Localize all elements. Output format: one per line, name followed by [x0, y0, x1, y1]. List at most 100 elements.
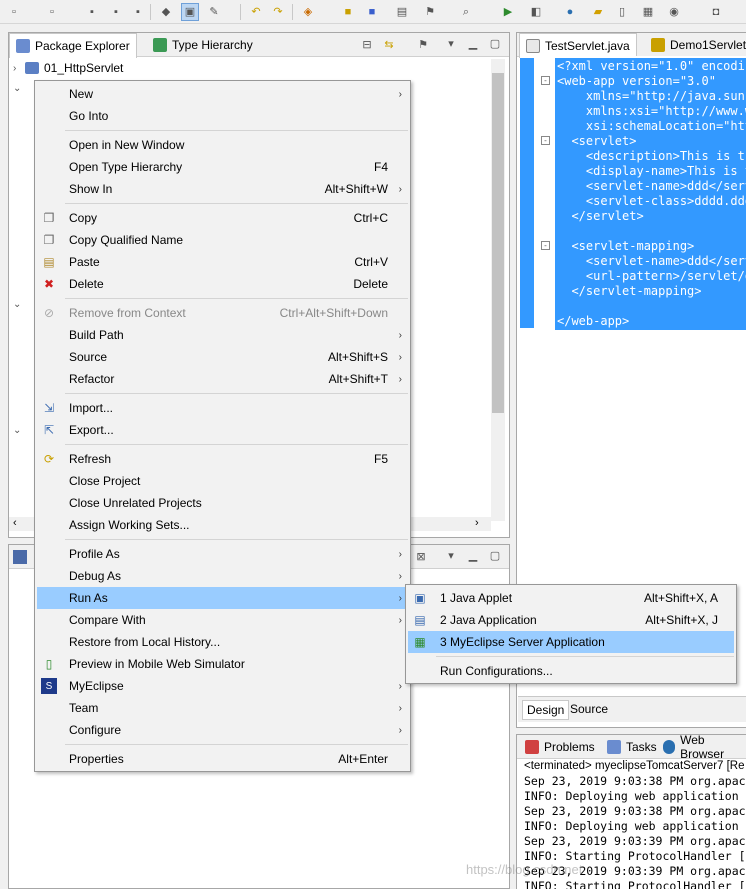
menu-item-myeclipse[interactable]: S MyEclipse › — [37, 675, 408, 697]
menu-item-copy[interactable]: ❐ Copy Ctrl+C — [37, 207, 408, 229]
tree-item-project[interactable]: › 01_HttpServlet — [13, 59, 123, 77]
minimize-icon[interactable]: ▁ — [465, 548, 481, 564]
tab-design[interactable]: Design — [522, 700, 570, 720]
search-icon[interactable]: ⌕ — [458, 4, 474, 20]
folder-icon[interactable]: ▰ — [590, 4, 606, 20]
tab-package-explorer[interactable]: Package Explorer — [9, 33, 137, 58]
scroll-left-icon[interactable]: ‹ — [13, 517, 17, 529]
link-editor-icon[interactable]: ⇆ — [381, 37, 397, 53]
chevron-right-icon[interactable]: › — [13, 63, 25, 74]
menu-item-import[interactable]: ⇲ Import... — [37, 397, 408, 419]
hammer-icon[interactable]: ✎ — [206, 4, 222, 20]
tab-testservlet[interactable]: TestServlet.java — [519, 33, 637, 58]
menu-item-new[interactable]: New › — [37, 83, 408, 105]
menu-item-refresh[interactable]: ⟳ Refresh F5 — [37, 448, 408, 470]
web-icon[interactable]: ◧ — [528, 4, 544, 20]
menu-item-assign-working-sets[interactable]: Assign Working Sets... — [37, 514, 408, 536]
maximize-icon[interactable]: ▢ — [487, 548, 503, 564]
tree-item-expanded-3[interactable]: ⌄ — [13, 421, 25, 439]
menu-item-java-applet[interactable]: ▣ 1 Java Applet Alt+Shift+X, A — [408, 587, 734, 609]
menu-item-build-path[interactable]: Build Path › — [37, 324, 408, 346]
globe-icon[interactable]: ● — [562, 4, 578, 20]
menu-item-configure[interactable]: Configure › — [37, 719, 408, 741]
view-menu-icon[interactable]: ⚑ — [415, 37, 431, 53]
tab-tasks[interactable]: Tasks — [601, 735, 663, 759]
camera-icon[interactable]: ◘ — [708, 4, 724, 20]
run-icon[interactable]: ▶ — [500, 4, 516, 20]
menu-item-close-unrelated-projects[interactable]: Close Unrelated Projects — [37, 492, 408, 514]
back-icon[interactable]: ↶ — [248, 4, 264, 20]
tab-web-browser[interactable]: Web Browser — [657, 733, 746, 761]
save-icon[interactable]: ▪ — [84, 4, 100, 20]
menu-item-open-new-window[interactable]: Open in New Window — [37, 134, 408, 156]
menu-item-restore-local-history[interactable]: Restore from Local History... — [37, 631, 408, 653]
tab-type-hierarchy[interactable]: Type Hierarchy — [147, 33, 259, 57]
chevron-down-icon[interactable]: ▾ — [443, 36, 459, 52]
menu-item-source[interactable]: Source Alt+Shift+S › — [37, 346, 408, 368]
page-icon[interactable]: ▯ — [614, 4, 630, 20]
tree-item-expanded-2[interactable]: ⌄ — [13, 295, 25, 313]
open-type-icon[interactable]: ⚑ — [422, 4, 438, 20]
menu-item-run-configurations[interactable]: Run Configurations... — [408, 660, 734, 682]
new-wizard-icon[interactable]: ▫ — [44, 4, 60, 20]
chevron-down-icon[interactable]: ⌄ — [13, 299, 25, 310]
menu-item-properties[interactable]: Properties Alt+Enter — [37, 748, 408, 770]
tab-source[interactable]: Source — [566, 700, 612, 720]
new-java-icon[interactable]: ◈ — [300, 4, 316, 20]
new-icon[interactable]: ▫ — [6, 4, 22, 20]
menu-item-java-application[interactable]: ▤ 2 Java Application Alt+Shift+X, J — [408, 609, 734, 631]
menu-item-delete[interactable]: ✖ Delete Delete — [37, 273, 408, 295]
chevron-right-icon: › — [398, 548, 402, 560]
menu-item-go-into[interactable]: Go Into — [37, 105, 408, 127]
menu-item-paste[interactable]: ▤ Paste Ctrl+V — [37, 251, 408, 273]
class-icon[interactable]: ■ — [364, 4, 380, 20]
print-icon[interactable]: ▪ — [130, 4, 146, 20]
scrollbar-thumb[interactable] — [492, 73, 504, 413]
jsp-icon[interactable]: ▦ — [640, 4, 656, 20]
chevron-down-icon[interactable]: ⌄ — [13, 425, 25, 436]
menu-item-copy-qualified-name[interactable]: ❐ Copy Qualified Name — [37, 229, 408, 251]
menu-item-refactor[interactable]: Refactor Alt+Shift+T › — [37, 368, 408, 390]
fold-toggle-icon[interactable]: - — [541, 136, 550, 145]
menu-item-show-in[interactable]: Show In Alt+Shift+W › — [37, 178, 408, 200]
chevron-right-icon: › — [398, 680, 402, 692]
menu-item-debug-as[interactable]: Debug As › — [37, 565, 408, 587]
vertical-scrollbar[interactable] — [491, 59, 505, 521]
menu-label: Run Configurations... — [440, 664, 553, 678]
menu-item-run-as[interactable]: Run As › — [37, 587, 408, 609]
menu-item-profile-as[interactable]: Profile As › — [37, 543, 408, 565]
globe-dropdown-icon[interactable]: ◉ — [666, 4, 682, 20]
minimize-icon[interactable]: ▁ — [465, 36, 481, 52]
save-all-icon[interactable]: ▪ — [108, 4, 124, 20]
menu-label: Profile As — [69, 547, 120, 561]
server-icon[interactable]: ▤ — [394, 4, 410, 20]
menu-item-compare-with[interactable]: Compare With › — [37, 609, 408, 631]
chevron-down-icon[interactable]: ⌄ — [13, 83, 25, 94]
menu-item-preview-mobile[interactable]: ▯ Preview in Mobile Web Simulator — [37, 653, 408, 675]
console-line: Sep 23, 2019 9:03:38 PM org.apac — [524, 804, 746, 818]
package-icon[interactable]: ■ — [340, 4, 356, 20]
maximize-icon[interactable]: ▢ — [487, 36, 503, 52]
menu-item-open-type-hierarchy[interactable]: Open Type Hierarchy F4 — [37, 156, 408, 178]
outline-toolbar-icon[interactable]: ⊠ — [413, 549, 429, 565]
fold-toggle-icon[interactable]: - — [541, 76, 550, 85]
collapse-all-icon[interactable]: ⊟ — [359, 37, 375, 53]
forward-icon[interactable]: ↷ — [270, 4, 286, 20]
menu-item-team[interactable]: Team › — [37, 697, 408, 719]
menu-label: Restore from Local History... — [69, 635, 221, 649]
deploy-icon[interactable]: ▣ — [181, 3, 199, 21]
debug-icon[interactable]: ◆ — [158, 4, 174, 20]
menu-item-export[interactable]: ⇱ Export... — [37, 419, 408, 441]
server-app-icon: ▦ — [414, 635, 426, 649]
scroll-right-icon[interactable]: › — [475, 517, 479, 529]
fold-toggle-icon[interactable]: - — [541, 241, 550, 250]
console-line: Sep 23, 2019 9:03:38 PM org.apac — [524, 774, 746, 788]
tab-problems[interactable]: Problems — [519, 735, 601, 759]
tab-demo1servlet[interactable]: Demo1Servlet — [645, 33, 746, 57]
menu-item-close-project[interactable]: Close Project — [37, 470, 408, 492]
tree-item-expanded[interactable]: ⌄ — [13, 79, 25, 97]
chevron-down-icon[interactable]: ▾ — [443, 548, 459, 564]
menu-item-myeclipse-server-application[interactable]: ▦ 3 MyEclipse Server Application — [408, 631, 734, 653]
menu-item-remove-from-context: ⊘ Remove from Context Ctrl+Alt+Shift+Down — [37, 302, 408, 324]
type-hierarchy-icon — [153, 38, 167, 52]
